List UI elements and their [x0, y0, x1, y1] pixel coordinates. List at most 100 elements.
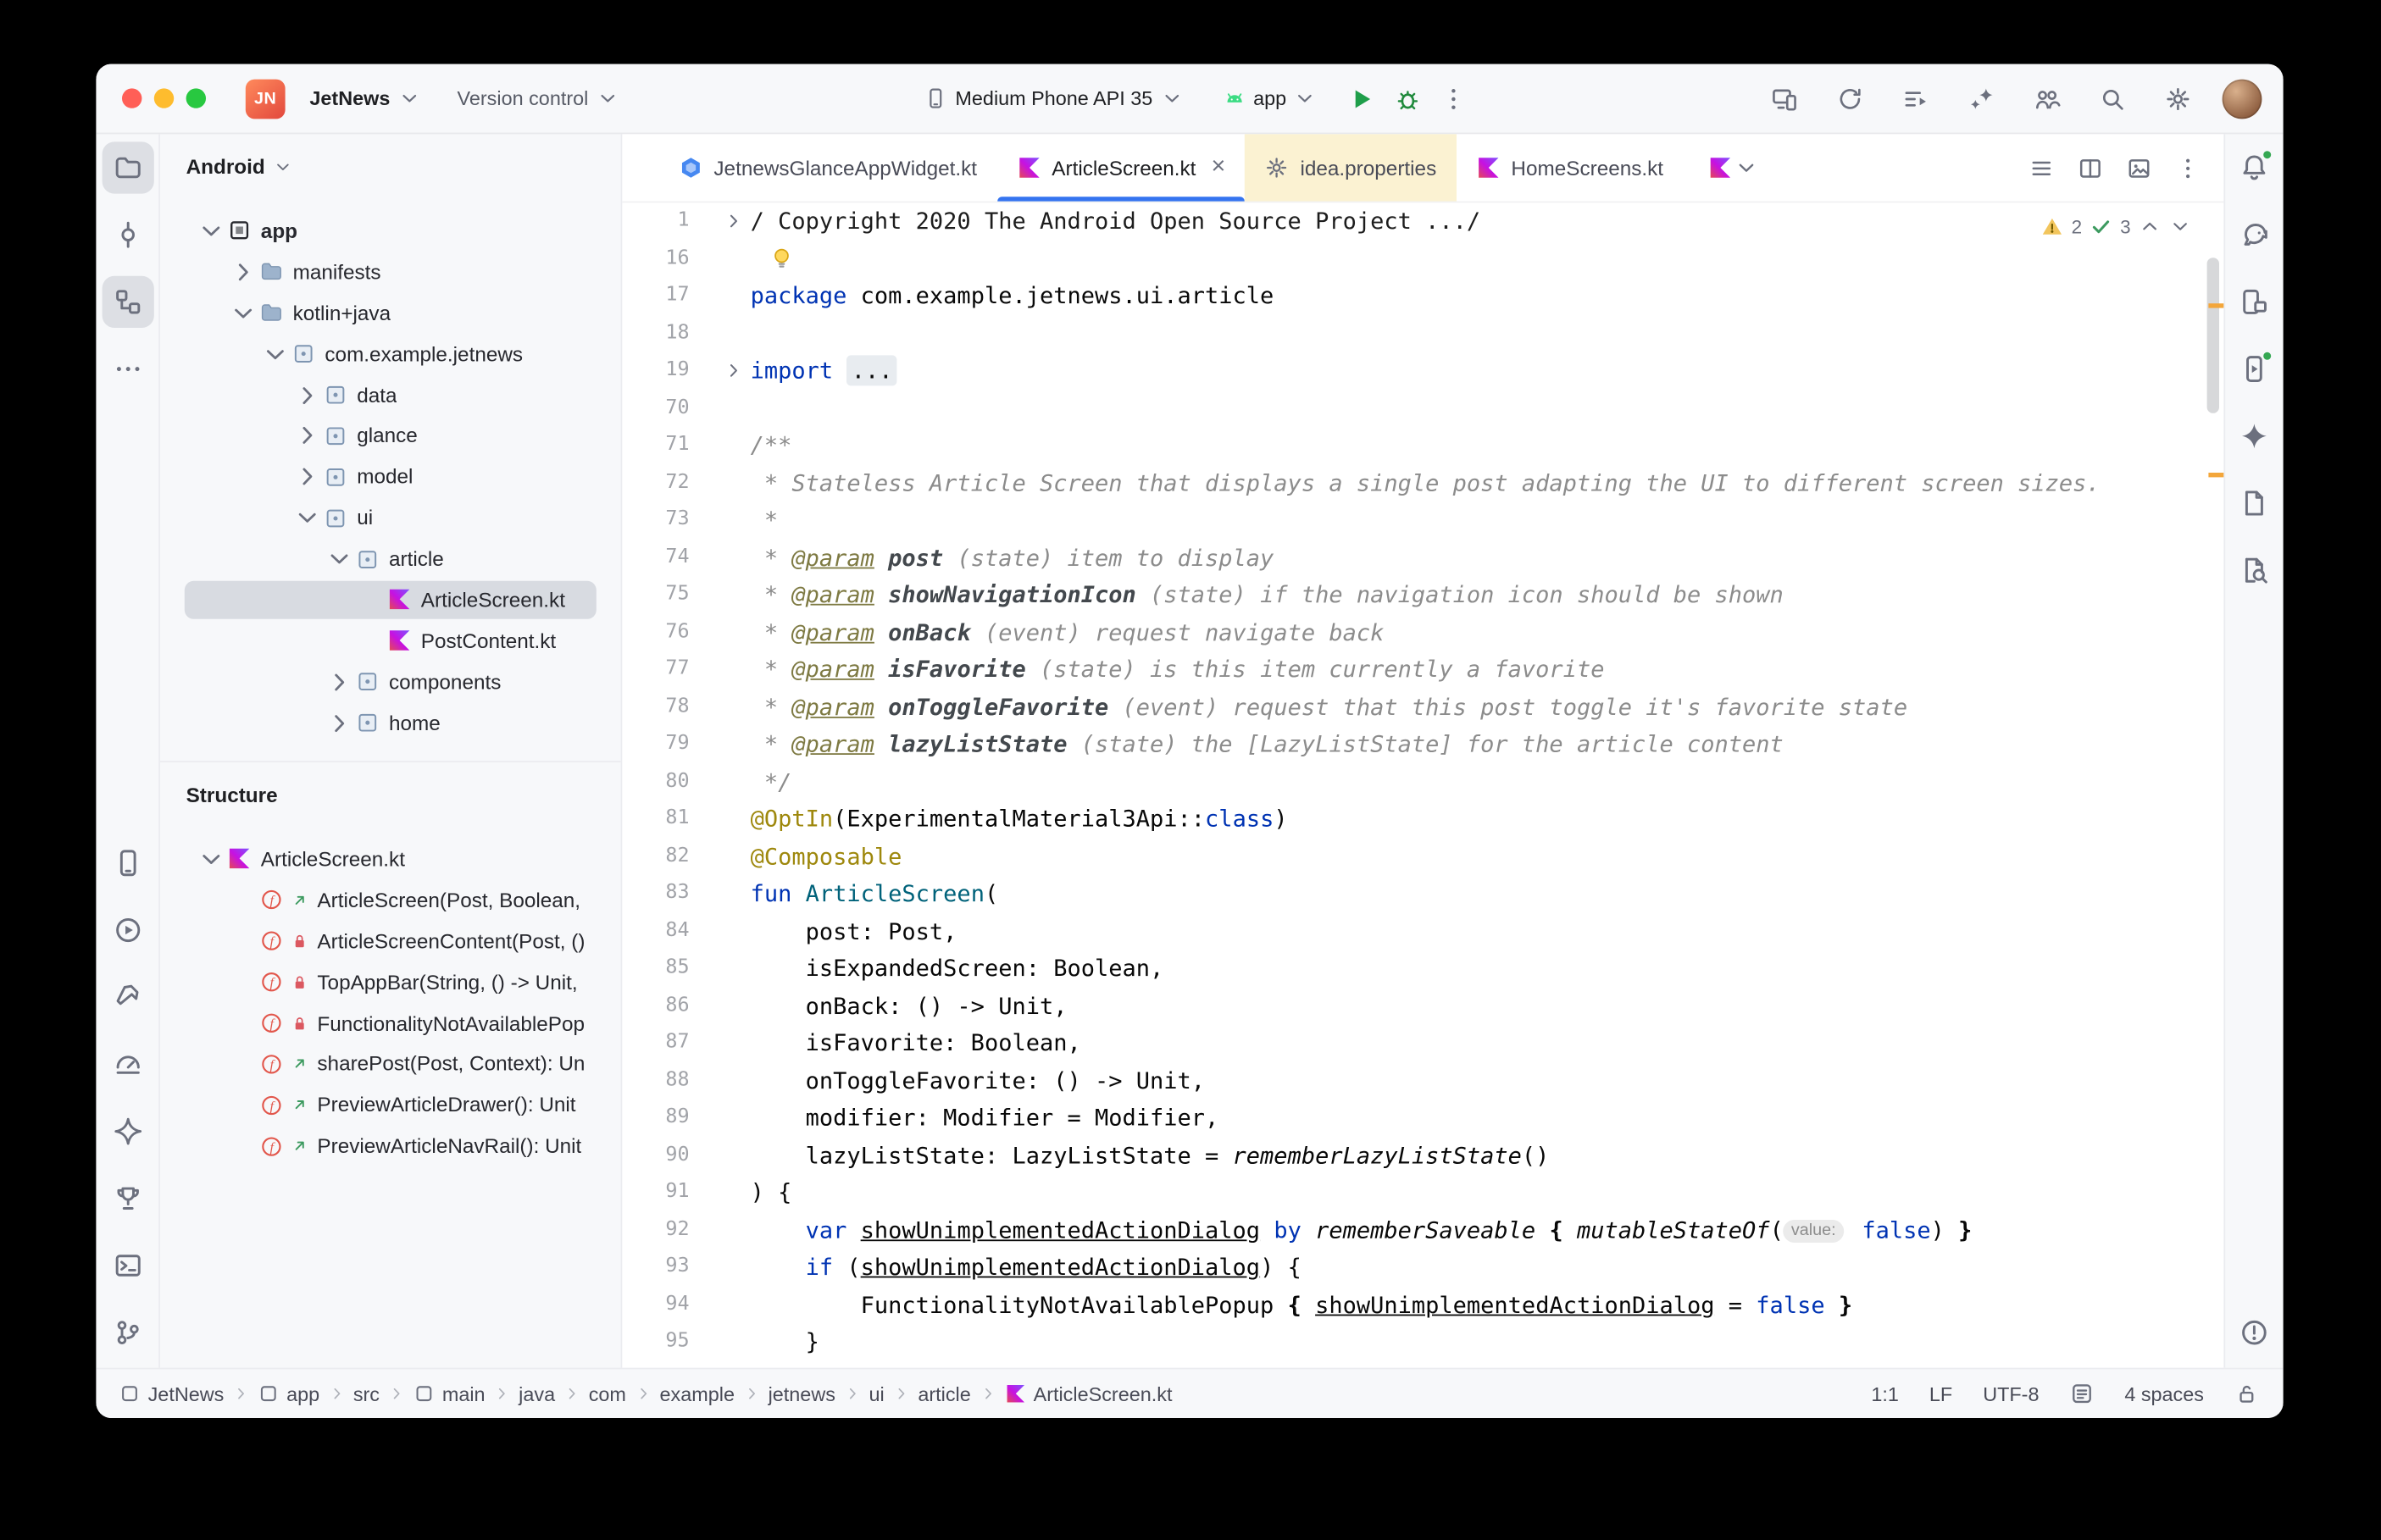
git-button[interactable] — [102, 1307, 153, 1359]
code-line[interactable]: 92 var showUnimplementedActionDialog by … — [622, 1211, 2223, 1249]
run-button[interactable] — [102, 904, 153, 956]
code-line[interactable]: 88 onToggleFavorite: () -> Unit, — [622, 1062, 2223, 1100]
line-number[interactable]: 18 — [622, 315, 689, 352]
gradle-button[interactable] — [2228, 209, 2280, 261]
line-number[interactable]: 73 — [622, 501, 689, 539]
intention-bulb-icon[interactable] — [769, 246, 795, 272]
code-line[interactable]: 70 — [622, 390, 2223, 427]
line-number[interactable]: 71 — [622, 427, 689, 464]
tree-item-model[interactable]: model — [160, 457, 621, 497]
line-number[interactable]: 77 — [622, 651, 689, 689]
line-number[interactable]: 80 — [622, 763, 689, 800]
breadcrumb-jetnews[interactable]: jetnews — [763, 1382, 840, 1405]
chevron-right-icon[interactable] — [293, 422, 322, 451]
more-button[interactable] — [102, 343, 153, 395]
tab-list-button[interactable] — [2019, 147, 2062, 189]
problems-button[interactable] — [2228, 1307, 2280, 1359]
gemini-spark-button[interactable] — [2228, 410, 2280, 462]
breadcrumb-article[interactable]: article — [913, 1382, 975, 1405]
breadcrumb-main[interactable]: main — [408, 1382, 490, 1405]
project-widget[interactable]: JetNews — [299, 80, 431, 118]
code-line[interactable]: 84 post: Post, — [622, 912, 2223, 950]
project-button[interactable] — [102, 141, 153, 193]
line-number[interactable]: 86 — [622, 988, 689, 1025]
inspection-widget[interactable]: 2 3 — [2034, 212, 2200, 241]
chevron-down-icon[interactable] — [229, 298, 258, 327]
device-mirroring-button[interactable] — [1762, 75, 1807, 121]
chevron-right-icon[interactable] — [293, 380, 322, 409]
line-number[interactable]: 82 — [622, 838, 689, 875]
app-quality-insights-button[interactable] — [102, 1172, 153, 1224]
more-vertical-button[interactable] — [2166, 147, 2208, 189]
tree-item-app[interactable]: app — [160, 210, 621, 251]
line-number[interactable]: 91 — [622, 1174, 689, 1211]
line-number[interactable]: 89 — [622, 1100, 689, 1137]
line-number[interactable]: 76 — [622, 614, 689, 651]
split-editor-button[interactable] — [2068, 147, 2111, 189]
tree-item-article[interactable]: article — [160, 539, 621, 579]
line-number[interactable]: 70 — [622, 390, 689, 427]
more-run-actions-button[interactable] — [1431, 75, 1477, 121]
line-number[interactable]: 74 — [622, 539, 689, 576]
running-devices-button[interactable] — [2228, 343, 2280, 395]
code-line[interactable]: 80 */ — [622, 763, 2223, 800]
tree-item-ui[interactable]: ui — [160, 497, 621, 538]
breadcrumb-com[interactable]: com — [584, 1382, 630, 1405]
line-number[interactable]: 95 — [622, 1323, 689, 1360]
tree-item-PreviewArticleNavRail(): Unit[interactable]: fPreviewArticleNavRail(): Unit — [160, 1126, 621, 1166]
line-number[interactable]: 90 — [622, 1137, 689, 1174]
line-number[interactable]: 79 — [622, 726, 689, 763]
write-access-icon[interactable] — [2234, 1382, 2259, 1406]
tree-item-ArticleScreen(Post, Boolean,[interactable]: fArticleScreen(Post, Boolean, — [160, 879, 621, 920]
tree-item-components[interactable]: components — [160, 662, 621, 702]
line-number[interactable]: 84 — [622, 912, 689, 950]
tree-item-glance[interactable]: glance — [160, 415, 621, 456]
run-config-selector[interactable]: app — [1212, 80, 1327, 118]
terminal-button[interactable] — [102, 1239, 153, 1291]
fold-arrow-icon[interactable] — [723, 360, 744, 381]
code-line[interactable]: 73 * — [622, 501, 2223, 539]
next-problem-icon[interactable] — [2169, 215, 2192, 238]
tab-idea.properties[interactable]: idea.properties — [1246, 134, 1457, 201]
search-button[interactable] — [2090, 75, 2135, 121]
tree-item-PostContent.kt[interactable]: PostContent.kt — [160, 620, 621, 661]
sync-button[interactable] — [1827, 75, 1873, 121]
zoom-window-button[interactable] — [186, 88, 206, 108]
chevron-down-icon[interactable] — [197, 845, 225, 873]
settings-button[interactable] — [2155, 75, 2201, 121]
close-window-button[interactable] — [122, 88, 142, 108]
line-number[interactable]: 19 — [622, 352, 689, 390]
code-line[interactable]: 18 — [622, 315, 2223, 352]
hidden-tabs-selector[interactable] — [1707, 134, 1757, 201]
line-number[interactable]: 92 — [622, 1211, 689, 1249]
chevron-down-icon[interactable] — [197, 216, 225, 245]
breadcrumb-ArticleScreen.kt[interactable]: ArticleScreen.kt — [1000, 1382, 1177, 1405]
breadcrumb-ui[interactable]: ui — [864, 1382, 889, 1405]
editor[interactable]: 1/ Copyright 2020 The Android Open Sourc… — [622, 202, 2223, 1367]
tree-item-PreviewArticleDrawer(): Unit[interactable]: fPreviewArticleDrawer(): Unit — [160, 1084, 621, 1125]
code-line[interactable]: 87 isFavorite: Boolean, — [622, 1025, 2223, 1062]
inspection-button[interactable] — [2228, 545, 2280, 596]
chevron-right-icon[interactable] — [325, 708, 353, 737]
tab-HomeScreens.kt[interactable]: HomeScreens.kt — [1457, 134, 1684, 201]
code-line[interactable]: 93 if (showUnimplementedActionDialog) { — [622, 1249, 2223, 1286]
tab-JetnewsGlanceAppWidget.kt[interactable]: JetnewsGlanceAppWidget.kt — [659, 134, 997, 201]
line-number[interactable]: 94 — [622, 1286, 689, 1323]
code-line[interactable]: 76 * @param onBack (event) request navig… — [622, 614, 2223, 651]
line-number[interactable]: 87 — [622, 1025, 689, 1062]
line-number[interactable]: 78 — [622, 689, 689, 726]
code-line[interactable]: 91) { — [622, 1174, 2223, 1211]
line-number[interactable]: 72 — [622, 464, 689, 501]
gemini-button[interactable] — [102, 1105, 153, 1157]
fold-arrow-icon[interactable] — [723, 210, 744, 231]
code-line[interactable]: 83fun ArticleScreen( — [622, 875, 2223, 912]
code-line[interactable]: 85 isExpandedScreen: Boolean, — [622, 950, 2223, 987]
notifications-button[interactable] — [2228, 141, 2280, 193]
cursor-position[interactable]: 1:1 — [1871, 1382, 1899, 1405]
line-separator[interactable]: LF — [1929, 1382, 1952, 1405]
code-line[interactable]: 17package com.example.jetnews.ui.article — [622, 278, 2223, 315]
build-button[interactable] — [102, 972, 153, 1023]
chevron-right-icon[interactable] — [293, 463, 322, 491]
device-explorer-button[interactable] — [2228, 276, 2280, 328]
breadcrumb-src[interactable]: src — [348, 1382, 384, 1405]
